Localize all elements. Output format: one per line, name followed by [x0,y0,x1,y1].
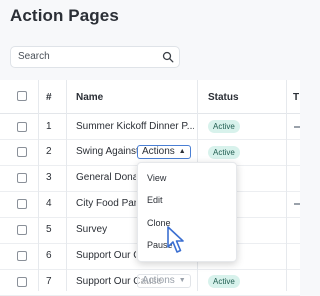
column-header-status[interactable]: Status [208,92,239,103]
chevron-down-icon: ▼ [178,277,186,284]
actions-button-label: Actions [142,275,175,286]
row-number: 6 [46,250,52,261]
row-checkbox[interactable] [17,251,27,261]
column-divider [286,80,287,291]
row-name[interactable]: Summer Kickoff Dinner P... [76,121,194,132]
menu-item-edit[interactable]: Edit [147,195,163,205]
column-divider [38,80,39,291]
row-name[interactable]: Survey [76,224,136,235]
row-number: 1 [46,121,52,132]
row-number: 3 [46,172,52,183]
select-all-checkbox[interactable] [17,91,27,101]
status-badge: Active [208,146,240,159]
row-menu-indicator [294,203,300,205]
row-name[interactable]: General Donat [76,172,136,183]
column-divider [66,80,67,291]
row-checkbox[interactable] [17,199,27,209]
menu-item-view[interactable]: View [147,173,166,183]
actions-button-label: Actions [142,146,175,157]
column-header-name[interactable]: Name [76,92,103,103]
row-checkbox[interactable] [17,122,27,132]
row-checkbox[interactable] [17,173,27,183]
chevron-down-icon: ▲ [178,148,186,155]
column-header-number: # [46,92,52,103]
row-number: 4 [46,198,52,209]
search-input[interactable]: Search [18,51,50,62]
search-box[interactable]: Search [10,46,180,68]
row-name[interactable]: City Food Pant [76,198,136,209]
row-number: 2 [46,146,52,157]
actions-dropdown-button[interactable]: Actions ▼ [137,274,191,288]
actions-dropdown-button[interactable]: Actions ▲ [137,145,191,159]
page-title: Action Pages [10,6,119,25]
search-icon[interactable] [162,51,174,63]
row-name[interactable]: Swing Against [76,146,138,157]
row-name[interactable]: Support Our Ca [76,250,136,261]
row-checkbox[interactable] [17,147,27,157]
pointer-cursor-icon [167,226,184,253]
status-badge: Active [208,120,240,133]
status-badge: Active [208,275,240,288]
column-header-truncated[interactable]: T [293,92,299,103]
row-checkbox[interactable] [17,225,27,235]
row-menu-indicator [294,126,300,128]
row-checkbox[interactable] [17,277,27,287]
row-number: 7 [46,276,52,287]
row-number: 5 [46,224,52,235]
table-header [0,80,300,114]
